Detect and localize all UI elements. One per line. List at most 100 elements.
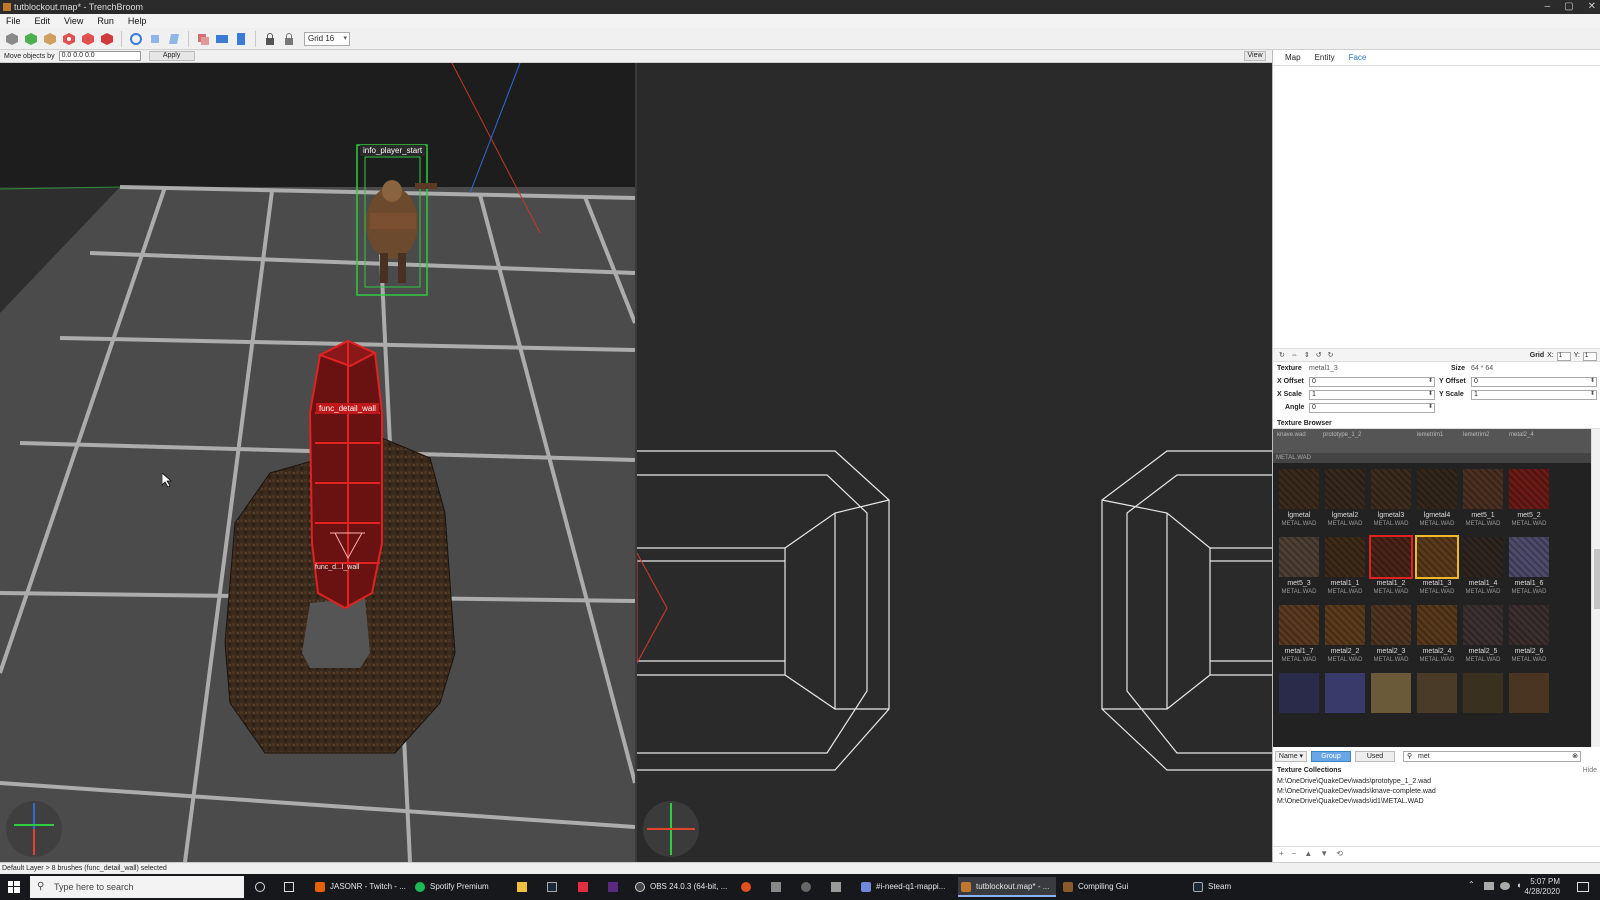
x-offset-spinner[interactable]: 0 ⬍ <box>1309 377 1435 387</box>
texture-tile[interactable]: met5_3 METAL.WAD <box>1277 537 1321 601</box>
texture-tile[interactable]: metal2_2 METAL.WAD <box>1323 605 1367 669</box>
viewport-2d[interactable] <box>637 63 1272 862</box>
menu-file[interactable]: File <box>6 14 21 28</box>
texture-tile-partial[interactable] <box>1323 673 1367 737</box>
uv-editor[interactable] <box>1273 67 1600 347</box>
maximize-button[interactable]: ▢ <box>1564 0 1573 14</box>
minimize-button[interactable]: – <box>1545 0 1551 14</box>
menu-help[interactable]: Help <box>128 14 147 28</box>
menu-edit[interactable]: Edit <box>35 14 51 28</box>
texture-tile-partial[interactable] <box>1277 673 1321 737</box>
clear-filter-icon[interactable]: ⊗ <box>1572 752 1578 761</box>
tray-chevron-icon[interactable]: ⌃ <box>1468 880 1478 890</box>
taskbar-app-firefox[interactable]: JASONR - Twitch - ... <box>312 877 406 897</box>
texture-tile[interactable]: metal1_3 METAL.WAD <box>1415 535 1459 601</box>
face-tool-icon[interactable] <box>99 31 115 47</box>
scene-3d[interactable] <box>0 63 635 862</box>
viewport-3d[interactable]: info_player_start func_detail_wall func_… <box>0 63 635 862</box>
move-objects-input[interactable]: 0.0 0.0 0.0 <box>58 51 141 61</box>
taskbar-app-discord[interactable]: #i-need-q1-mappi... <box>858 877 945 897</box>
y-offset-spinner[interactable]: 0 ⬍ <box>1471 377 1597 387</box>
scale-tool-icon[interactable] <box>147 31 163 47</box>
taskbar-app-steam[interactable]: Steam <box>1190 877 1231 897</box>
shear-tool-icon[interactable] <box>166 31 182 47</box>
tab-map[interactable]: Map <box>1285 50 1301 65</box>
app-icon-orange[interactable] <box>741 882 751 892</box>
texture-tile[interactable]: metal1_1 METAL.WAD <box>1323 537 1367 601</box>
texture-tile-partial[interactable] <box>1369 673 1413 737</box>
notifications-icon[interactable] <box>1577 882 1589 892</box>
texture-tile[interactable]: metal1_2 METAL.WAD <box>1369 535 1413 601</box>
reset-texture-icon[interactable]: ↻ <box>1279 349 1285 362</box>
tab-face[interactable]: Face <box>1349 50 1367 65</box>
uv-grid-x-spinner[interactable]: 1 <box>1556 352 1571 361</box>
app-icon-gray[interactable] <box>801 882 811 892</box>
new-brush-tool-icon[interactable] <box>4 31 20 47</box>
reload-button[interactable]: ⟲ <box>1336 847 1343 860</box>
texture-lock-icon[interactable] <box>262 31 278 47</box>
flip-vertical-icon[interactable] <box>233 31 249 47</box>
flip-v-icon[interactable]: ⇕ <box>1304 349 1310 362</box>
x-scale-spinner[interactable]: 1 ⬍ <box>1309 390 1435 400</box>
texture-tile[interactable]: metal2_6 METAL.WAD <box>1507 605 1551 669</box>
texture-tile[interactable]: metal2_3 METAL.WAD <box>1369 605 1413 669</box>
vertex-tool-icon[interactable] <box>61 31 77 47</box>
uv-grid-y-spinner[interactable]: 1 <box>1583 352 1597 361</box>
angle-spinner[interactable]: 0 ⬍ <box>1309 403 1435 413</box>
network-icon[interactable] <box>1484 882 1494 890</box>
rotate-tool-icon[interactable] <box>128 31 144 47</box>
texture-browser-grid[interactable]: knave.wad prototype_1_2 lemetrim1 lemetr… <box>1273 429 1591 747</box>
taskbar-clock[interactable]: 5:07 PM 4/28/2020 <box>1524 877 1560 897</box>
uv-lock-icon[interactable] <box>281 31 297 47</box>
group-toggle-button[interactable]: Group <box>1311 750 1351 762</box>
texture-tile-partial[interactable] <box>1415 673 1459 737</box>
app-icon-speaker[interactable] <box>771 882 781 892</box>
app-icon-red[interactable] <box>578 882 588 892</box>
texture-tile[interactable]: metal2_4 METAL.WAD <box>1415 605 1459 669</box>
remove-collection-button[interactable]: − <box>1292 847 1297 860</box>
taskbar-app-trenchbroom[interactable]: tutblockout.map* - ... <box>958 877 1056 897</box>
menu-view[interactable]: View <box>64 14 83 28</box>
scrollbar-thumb[interactable] <box>1594 549 1600 609</box>
brush-tool-icon[interactable] <box>23 31 39 47</box>
y-scale-spinner[interactable]: 1 ⬍ <box>1471 390 1597 400</box>
apply-button[interactable]: Apply <box>148 51 195 61</box>
file-explorer-icon[interactable] <box>517 882 527 892</box>
texture-tile[interactable]: metal1_6 METAL.WAD <box>1507 537 1551 601</box>
view-button[interactable]: View <box>1244 51 1266 61</box>
flip-h-icon[interactable]: ⇔ <box>1291 349 1298 362</box>
collection-item[interactable]: M:\OneDrive\QuakeDev\wads\knave-complete… <box>1277 787 1597 797</box>
move-up-button[interactable]: ▲ <box>1304 847 1312 860</box>
texture-tile[interactable]: lgmetal3 METAL.WAD <box>1369 469 1413 533</box>
move-down-button[interactable]: ▼ <box>1320 847 1328 860</box>
used-toggle-button[interactable]: Used <box>1355 750 1395 762</box>
windows-start-icon[interactable] <box>8 881 20 893</box>
texture-tile[interactable]: lgmetal4 METAL.WAD <box>1415 469 1459 533</box>
collection-item[interactable]: M:\OneDrive\QuakeDev\wads\prototype_1_2.… <box>1277 777 1597 787</box>
flip-horizontal-icon[interactable] <box>214 31 230 47</box>
taskbar-app-spotify[interactable]: Spotify Premium <box>412 877 489 897</box>
texture-tile[interactable]: lgmetal2 METAL.WAD <box>1323 469 1367 533</box>
steam-pinned-icon[interactable] <box>547 882 557 892</box>
texture-tile[interactable]: met5_2 METAL.WAD <box>1507 469 1551 533</box>
texture-browser-scrollbar[interactable] <box>1591 429 1600 747</box>
close-button[interactable]: ✕ <box>1588 0 1596 14</box>
taskbar-app-obs[interactable]: OBS 24.0.3 (64-bit, ... <box>632 877 727 897</box>
clip-tool-icon[interactable] <box>42 31 58 47</box>
add-collection-button[interactable]: + <box>1279 847 1284 860</box>
texture-tile[interactable]: lgmetal METAL.WAD <box>1277 469 1321 533</box>
duplicate-icon[interactable] <box>195 31 211 47</box>
texture-tile[interactable]: met5_1 METAL.WAD <box>1461 469 1505 533</box>
task-view-icon[interactable] <box>284 882 294 892</box>
rotate-cw-icon[interactable]: ↻ <box>1328 349 1334 362</box>
texture-filter-input[interactable]: ⚲ met ⊗ <box>1403 750 1581 762</box>
menu-run[interactable]: Run <box>97 14 114 28</box>
cortana-icon[interactable] <box>255 882 265 892</box>
hide-collections-link[interactable]: Hide <box>1583 766 1597 776</box>
edge-tool-icon[interactable] <box>80 31 96 47</box>
taskbar-app-compiling-gui[interactable]: Compiling Gui <box>1060 877 1128 897</box>
texture-tile-partial[interactable] <box>1507 673 1551 737</box>
texture-tile[interactable]: metal1_7 METAL.WAD <box>1277 605 1321 669</box>
tab-entity[interactable]: Entity <box>1315 50 1335 65</box>
premiere-icon[interactable] <box>608 882 618 892</box>
